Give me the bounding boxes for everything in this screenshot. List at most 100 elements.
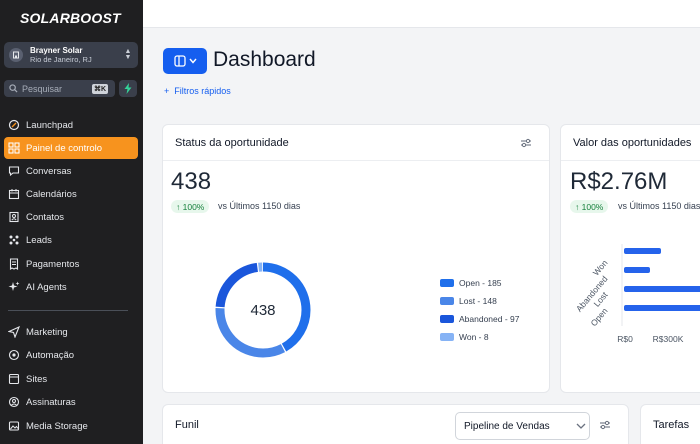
sidebar-item-label: Painel de controlo <box>26 142 103 154</box>
sidebar-item-label: Assinaturas <box>26 396 76 408</box>
sidebar-item-label: AI Agents <box>26 281 67 293</box>
sidebar-item-label: Launchpad <box>26 119 74 131</box>
quick-action-button[interactable] <box>119 80 137 97</box>
pipeline-select-value: Pipeline de Vendas <box>464 420 550 432</box>
page-title: Dashboard <box>213 48 316 71</box>
funil-card-title: Funil <box>175 419 199 431</box>
status-donut-chart: 438 <box>215 262 311 358</box>
sidebar: SOLARBOOST Brayner Solar Rio de Janeiro,… <box>0 0 143 444</box>
contacts-icon <box>9 211 19 223</box>
chevron-down-icon <box>188 58 197 64</box>
calendar-icon <box>8 189 20 200</box>
legend-item-won: Won - 8 <box>440 328 520 346</box>
receipt-icon <box>9 258 19 270</box>
sidebar-item-sites[interactable]: Sites <box>4 368 138 390</box>
sidebar-item-label: Sites <box>26 373 48 385</box>
status-total: 438 <box>171 168 212 195</box>
subscription-icon <box>8 396 20 408</box>
view-switcher-button[interactable] <box>163 48 207 74</box>
badge-value: 100% <box>581 201 604 212</box>
automation-icon <box>8 349 20 361</box>
sidebar-item-contatos[interactable]: Contatos <box>4 206 138 228</box>
sidebar-item-launchpad[interactable]: Launchpad <box>4 114 138 136</box>
account-switcher[interactable]: Brayner Solar Rio de Janeiro, RJ ▲ ▼ <box>4 42 138 68</box>
chevron-updown-icon: ▲ ▼ <box>124 48 132 61</box>
rocket-icon <box>8 119 20 131</box>
sidebar-item-painel[interactable]: Painel de controlo <box>4 137 138 159</box>
quick-filters-label: Filtros rápidos <box>174 86 231 96</box>
sidebar-item-leads[interactable]: Leads <box>4 229 138 251</box>
quick-filters-link[interactable]: + Filtros rápidos <box>164 86 231 96</box>
search-icon <box>9 84 19 94</box>
search-input[interactable] <box>22 83 90 94</box>
account-name: Brayner Solar <box>30 46 83 55</box>
valor-total: R$2.76M <box>570 168 668 195</box>
sidebar-item-assinaturas[interactable]: Assinaturas <box>4 391 138 413</box>
building-icon <box>9 48 23 62</box>
status-card-title: Status da oportunidade <box>175 136 289 149</box>
sidebar-item-conversas[interactable]: Conversas <box>4 160 138 182</box>
legend-label: Abandoned - 97 <box>459 314 520 324</box>
plus-icon: + <box>164 86 170 96</box>
sidebar-item-label: Contatos <box>26 211 65 223</box>
donut-legend: Open - 185 Lost - 148 Abandoned - 97 Won… <box>440 274 520 346</box>
legend-item-open: Open - 185 <box>440 274 520 292</box>
filter-settings-icon[interactable] <box>599 419 611 431</box>
x-tick-0: R$0 <box>617 334 633 344</box>
donut-center-value: 438 <box>250 302 275 319</box>
sidebar-item-ai-agents[interactable]: AI Agents <box>4 276 138 298</box>
media-icon <box>8 421 20 431</box>
sidebar-item-label: Pagamentos <box>26 258 80 270</box>
dashboard-grid-icon <box>8 142 20 154</box>
valor-bar-chart: Won Abandoned Lost Open R$0 R$300K <box>574 244 700 344</box>
search-shortcut: ⌘K <box>92 83 109 94</box>
badge-value: 100% <box>182 201 205 212</box>
app-logo: SOLARBOOST <box>20 10 121 26</box>
legend-label: Lost - 148 <box>459 296 497 306</box>
sidebar-item-label: Marketing <box>26 326 68 338</box>
tarefas-card-title: Tarefas <box>653 419 690 431</box>
globe-icon <box>8 373 20 385</box>
filter-settings-icon[interactable] <box>520 137 532 149</box>
valor-card-title: Valor das oportunidades <box>573 136 692 149</box>
sidebar-item-label: Leads <box>26 234 52 246</box>
legend-item-lost: Lost - 148 <box>440 292 520 310</box>
x-tick-300k: R$300K <box>653 334 684 344</box>
sidebar-item-label: Media Storage <box>26 420 88 432</box>
leads-icon <box>9 235 19 245</box>
pipeline-select[interactable]: Pipeline de Vendas <box>455 412 590 440</box>
legend-label: Won - 8 <box>459 332 489 342</box>
sidebar-item-label: Calendários <box>26 188 77 200</box>
sidebar-item-automacao[interactable]: Automação <box>4 344 138 366</box>
lightning-icon <box>124 83 132 94</box>
sidebar-item-marketing[interactable]: Marketing <box>4 321 138 343</box>
chevron-down-icon <box>576 423 586 429</box>
tarefas-card: Tarefas <box>640 404 700 444</box>
layout-icon <box>173 55 186 67</box>
legend-item-abandoned: Abandoned - 97 <box>440 310 520 328</box>
valor-growth-badge: ↑ 100% <box>570 200 609 213</box>
bar-lost <box>624 286 700 292</box>
sidebar-item-calendarios[interactable]: Calendários <box>4 183 138 205</box>
bar-open <box>624 305 700 311</box>
chat-icon <box>8 166 20 177</box>
search-box: ⌘K <box>4 80 115 97</box>
sparkle-icon <box>8 281 20 291</box>
y-tick-open: Open <box>589 306 610 329</box>
send-icon <box>8 326 20 338</box>
status-compare: vs Últimos 1150 dias <box>218 201 301 211</box>
sidebar-item-label: Automação <box>26 349 75 361</box>
arrow-up-icon: ↑ <box>575 201 582 212</box>
bar-abandoned <box>624 267 650 273</box>
top-bar <box>143 0 700 28</box>
valor-compare: vs Últimos 1150 dias <box>618 201 700 211</box>
sidebar-item-label: Conversas <box>26 165 72 177</box>
status-growth-badge: ↑ 100% <box>171 200 210 213</box>
sidebar-divider <box>8 310 128 311</box>
legend-label: Open - 185 <box>459 278 502 288</box>
arrow-up-icon: ↑ <box>176 201 183 212</box>
account-location: Rio de Janeiro, RJ <box>30 55 92 64</box>
bar-won <box>624 248 661 254</box>
sidebar-item-pagamentos[interactable]: Pagamentos <box>4 253 138 275</box>
sidebar-item-media-storage[interactable]: Media Storage <box>4 415 138 437</box>
